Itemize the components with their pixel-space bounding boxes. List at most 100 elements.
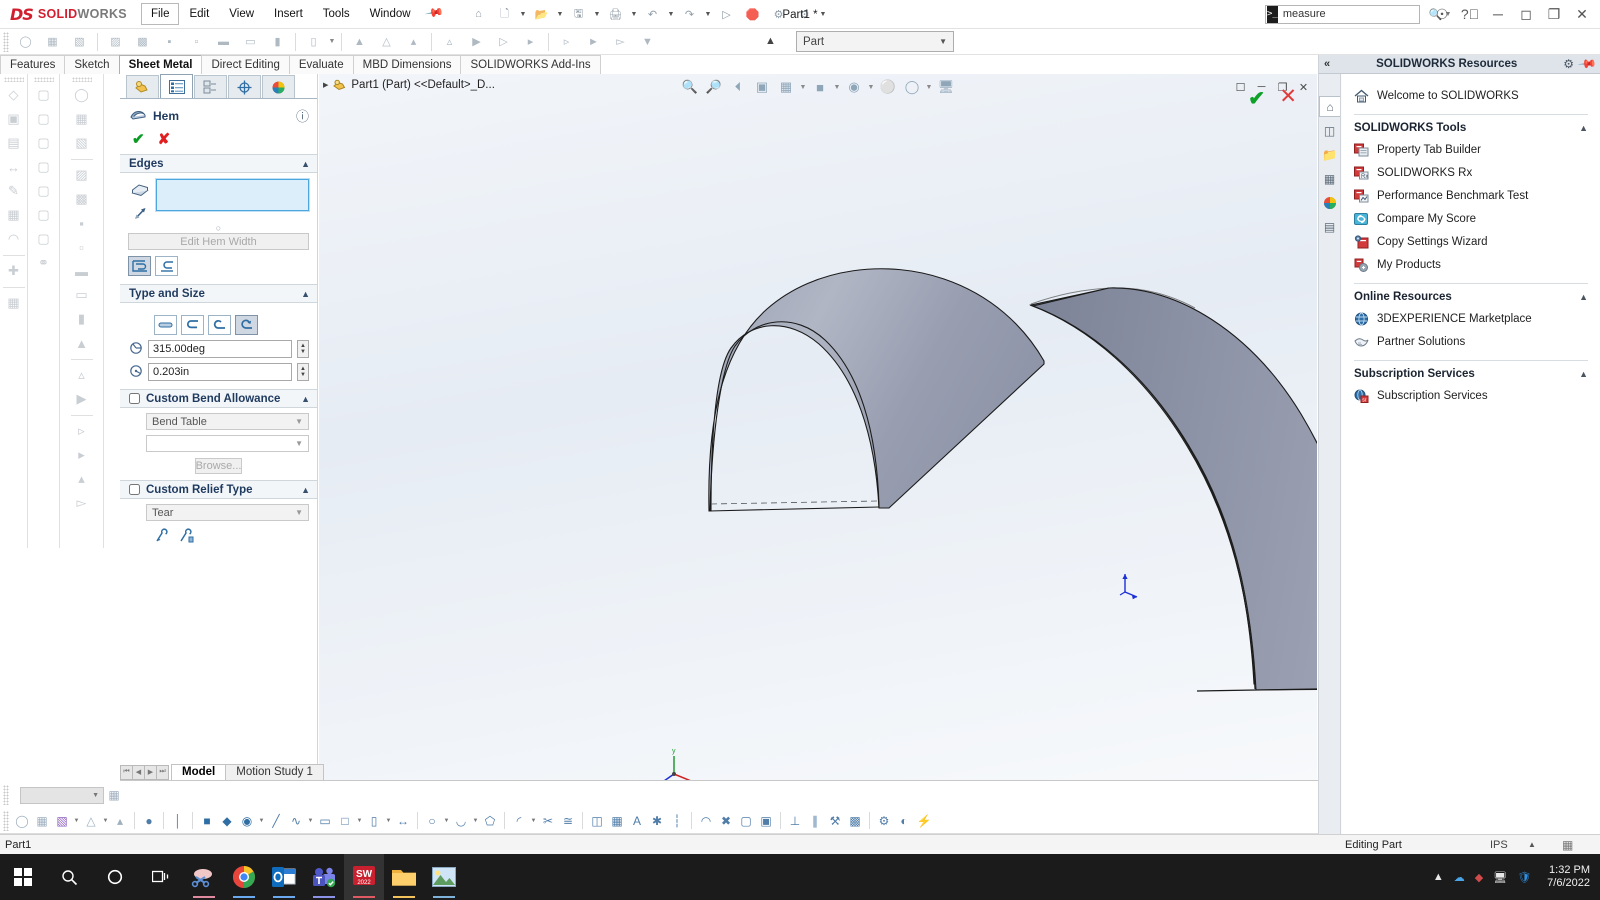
previous-view-icon[interactable]: ⏴ [727,76,750,98]
no-bends-tool-icon[interactable]: ▶ [71,388,93,410]
chevron-up-icon[interactable]: ▲ [1579,292,1588,302]
lofted-bend-icon[interactable]: ▧ [66,30,93,53]
sketch-entity-icon[interactable]: ◯ [12,810,32,832]
taskbar-search-icon[interactable] [46,854,92,900]
toolbar-grip[interactable] [33,77,54,82]
3d-model-viewport[interactable]: y x z [319,74,1317,781]
redo-icon[interactable]: ↷ [677,2,703,26]
relief-type-combo[interactable]: Tear ▼ [146,504,309,521]
resource-item-compare-my-score[interactable]: Compare My Score [1342,207,1600,230]
gusset-tool-icon[interactable]: ▻ [71,492,93,514]
revolved-surface-icon[interactable]: △ [81,810,101,832]
flatten-tool-icon[interactable]: ▵ [71,364,93,386]
menu-edit[interactable]: Edit [179,3,219,25]
tab-direct-editing[interactable]: Direct Editing [201,55,290,74]
print-caret-icon[interactable]: ▼ [629,2,640,26]
line-style-combo[interactable]: ▼ [20,786,104,804]
bend-table-icon[interactable]: ► [580,30,607,53]
closed-hem-button[interactable] [154,315,177,335]
security-icon[interactable]: 🛡 [1517,871,1531,884]
options-icon[interactable]: ⚙ [792,2,818,26]
tab-sheet-metal[interactable]: Sheet Metal [118,55,203,74]
design-library-tab[interactable]: ◫ [1319,120,1340,141]
open-hem-button[interactable] [181,315,204,335]
solidworks-taskbar-icon[interactable]: SW 2022 [344,854,384,900]
tab-features[interactable]: Features [0,55,66,74]
forming-tool-icon[interactable]: ▲ [346,30,373,53]
forming-tool-tool-icon[interactable]: ▲ [71,332,93,354]
close-icon[interactable]: ✕ [1568,0,1596,28]
flat-pattern-tool-icon[interactable]: ▹ [71,420,93,442]
text-icon[interactable]: A [627,810,647,832]
split-entities-icon[interactable]: ▣ [756,810,776,832]
cancel-button[interactable]: ✘ [158,130,171,148]
unfold-icon[interactable]: ▯ [300,30,327,53]
status-units[interactable]: IPS [1490,839,1508,851]
bend-table-combo[interactable]: ▼ [146,435,309,452]
resource-item-copy-settings-wizard[interactable]: Copy Settings Wizard [1342,230,1600,253]
tab-solidworks-addins[interactable]: SOLIDWORKS Add-Ins [460,55,601,74]
resource-item-my-products[interactable]: My Products [1342,253,1600,276]
section-header-custom-bend-allowance[interactable]: Custom Bend Allowance ▲ [120,389,317,408]
revolved-surface-caret-icon[interactable]: ▼ [101,810,110,832]
chevron-up-icon[interactable]: ▲ [301,394,310,404]
rectangle-icon[interactable]: ▭ [315,810,335,832]
convert-sheetmetal-icon[interactable]: ▦ [71,108,93,130]
section-view-icon[interactable]: ▣ [751,76,774,98]
polygon-icon[interactable]: ⬠ [480,810,500,832]
resize-handle[interactable]: ○ [128,224,309,233]
circle-icon[interactable]: ○ [422,810,442,832]
tab-motion-study-1[interactable]: Motion Study 1 [225,763,324,781]
confirm-corner-ok-icon[interactable]: ✔ [1248,86,1265,111]
reference-geometry-icon[interactable]: ◉ [237,810,257,832]
display-manager-tab[interactable] [262,75,295,98]
file-explorer-taskbar-icon[interactable] [384,854,424,900]
tab-and-slot-icon[interactable]: ▼ [634,30,661,53]
chrome-taskbar-icon[interactable] [224,854,264,900]
edge-flange-tool-icon[interactable]: ▨ [71,164,93,186]
undo-caret-icon[interactable]: ▼ [666,2,677,26]
rip-icon[interactable]: ▸ [517,30,544,53]
hierarchy-icon[interactable]: ◠ [3,228,25,250]
options-caret-icon[interactable]: ▼ [818,2,829,26]
restore-icon[interactable]: ◻ [1512,0,1540,28]
view-orientation-caret-icon[interactable]: ▼ [799,76,808,98]
slot-icon[interactable]: ▯ [364,810,384,832]
display-style-icon[interactable]: ■ [809,76,832,98]
slot-caret-icon[interactable]: ▼ [384,810,393,832]
tab-model[interactable]: Model [171,763,227,781]
spline-caret-icon[interactable]: ▼ [306,810,315,832]
flat-pattern-icon[interactable]: ▹ [553,30,580,53]
apply-scene-caret-icon[interactable]: ▼ [925,76,934,98]
resource-item-3dexperience-marketplace[interactable]: 3DEXPERIENCE Marketplace [1342,307,1600,330]
group-header-solidworks-tools[interactable]: SOLIDWORKS Tools ▲ [1342,120,1600,138]
menu-insert[interactable]: Insert [264,3,313,25]
convert-entities-icon[interactable]: ◠ [696,810,716,832]
menu-tools[interactable]: Tools [313,3,360,25]
chevron-up-icon[interactable]: ▲ [1579,123,1588,133]
group-header-online-resources[interactable]: Online Resources ▲ [1342,289,1600,307]
custom-properties-tab[interactable]: ▤ [1319,216,1340,237]
appearances-scenes-tab[interactable] [1319,192,1340,213]
centerline-icon[interactable]: ┆ [667,810,687,832]
no-bends-icon[interactable]: ▶ [463,30,490,53]
save-caret-icon[interactable]: ▼ [592,2,603,26]
base-flange-icon[interactable]: ◯ [71,84,93,106]
cross-break-icon[interactable]: ▭ [237,30,264,53]
new-document-caret-icon[interactable]: ▼ [518,2,529,26]
measure-icon[interactable]: ▦ [3,292,25,314]
toolbar-grip[interactable] [3,785,9,805]
pin-icon[interactable]: 📌 [419,0,452,29]
browse-button[interactable]: Browse... [195,458,242,474]
hem-radius-field[interactable]: 0.203in [148,363,292,381]
edge-flange-icon[interactable]: ▨ [102,30,129,53]
jog-tool-icon[interactable]: ▫ [71,236,93,258]
tear-drop-hem-button[interactable] [208,315,231,335]
fillet-caret-icon[interactable]: ▼ [529,810,538,832]
material-inside-button[interactable] [128,256,151,276]
intersection-curve-icon[interactable]: ✖ [716,810,736,832]
section-header-edges[interactable]: Edges ▲ [120,154,317,173]
sketched-bend-tool-icon[interactable]: ▬ [71,260,93,282]
toolbar-grip[interactable] [3,31,9,52]
menu-file[interactable]: File [140,3,180,25]
